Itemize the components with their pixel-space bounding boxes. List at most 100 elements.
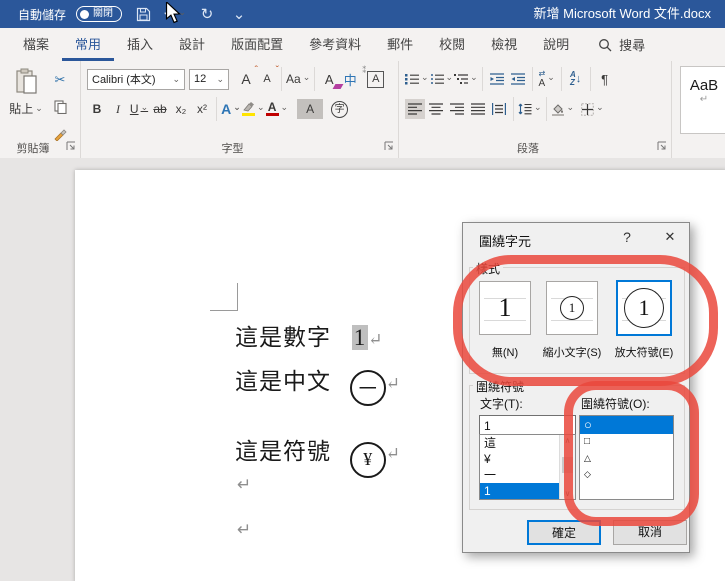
group-font: Calibri (本文) 12 A A Aa A 中 A B I U ab x₂… — [81, 61, 399, 158]
increase-indent-icon[interactable] — [508, 69, 528, 89]
tab-layout[interactable]: 版面配置 — [218, 28, 296, 61]
autosave-label: 自動儲存 — [18, 6, 66, 23]
tab-design[interactable]: 設計 — [166, 28, 218, 61]
clear-formatting-icon[interactable]: A — [319, 69, 339, 89]
text-listbox[interactable]: 這 ¥ 一 1 ∧ ∨ — [479, 434, 576, 500]
line-spacing-icon[interactable] — [518, 99, 542, 119]
character-border-icon[interactable]: A — [367, 71, 384, 88]
distribute-icon[interactable] — [489, 99, 509, 119]
character-shading-icon[interactable]: A — [297, 99, 323, 119]
doc-line-2[interactable]: 這是中文 一↵ — [235, 362, 401, 406]
font-dialog-launcher[interactable] — [384, 140, 394, 154]
tab-view[interactable]: 檢視 — [478, 28, 530, 61]
justify-icon[interactable] — [468, 99, 488, 119]
scrollbar-thumb[interactable] — [562, 457, 573, 473]
empty-paragraph-mark: ↵ — [237, 520, 251, 540]
style-option-shrink-text[interactable]: 1 — [546, 281, 598, 335]
shrink-font-icon[interactable]: A — [257, 69, 277, 89]
bullet-list-icon[interactable] — [405, 69, 429, 89]
tab-home[interactable]: 常用 — [62, 28, 114, 61]
clipboard-group-label: 剪貼簿 — [0, 140, 66, 156]
dialog-help-button[interactable]: ? — [615, 229, 639, 245]
align-left-icon[interactable] — [405, 99, 425, 119]
cut-icon[interactable]: ✂ — [50, 70, 70, 90]
align-right-icon[interactable] — [447, 99, 467, 119]
redo-icon[interactable]: ↻ — [196, 3, 218, 25]
font-name-combo[interactable]: Calibri (本文) — [87, 69, 185, 90]
font-size-combo[interactable]: 12 — [189, 69, 229, 90]
style-option-enlarge-symbol[interactable]: 1 — [616, 280, 672, 336]
margin-mark-horizontal — [210, 310, 238, 311]
highlight-color-icon[interactable] — [242, 99, 265, 119]
ok-button[interactable]: 確定 — [527, 520, 601, 545]
symbol-list-item-selected[interactable]: ○ — [580, 416, 673, 434]
tab-file[interactable]: 檔案 — [10, 28, 62, 61]
scroll-down-icon[interactable]: ∨ — [560, 489, 575, 498]
bold-icon[interactable]: B — [87, 99, 107, 119]
decrease-indent-icon[interactable] — [487, 69, 507, 89]
text-field-label: 文字(T): — [477, 395, 526, 412]
asian-layout-icon[interactable]: ⇄A — [537, 69, 557, 89]
tab-help[interactable]: 說明 — [530, 28, 582, 61]
mouse-cursor — [163, 2, 183, 24]
symbol-field-label: 圍繞符號(O): — [578, 395, 653, 412]
empty-paragraph-mark: ↵ — [237, 475, 251, 495]
symbol-list-item[interactable]: □ — [580, 434, 673, 450]
italic-icon[interactable]: I — [108, 99, 128, 119]
font-color-icon[interactable]: A — [266, 99, 289, 119]
phonetic-guide-icon[interactable]: 中 — [340, 69, 360, 89]
change-case-icon[interactable]: Aa — [286, 69, 310, 89]
style-option-none-label[interactable]: 無(N) — [470, 344, 540, 360]
underline-icon[interactable]: U — [129, 99, 149, 119]
style-option-enlarge-label[interactable]: 放大符號(E) — [609, 344, 679, 360]
grow-font-icon[interactable]: A — [236, 69, 256, 89]
style-preview-card[interactable]: AaB ↵ — [680, 66, 725, 134]
save-icon[interactable] — [132, 3, 154, 25]
tab-insert[interactable]: 插入 — [114, 28, 166, 61]
paragraph-group-label: 段落 — [399, 140, 657, 156]
text-input[interactable]: 1 — [479, 415, 576, 435]
cancel-button[interactable]: 取消 — [613, 520, 687, 545]
search-icon — [598, 38, 612, 52]
text-list-scrollbar[interactable]: ∧ ∨ — [559, 435, 575, 499]
multilevel-list-icon[interactable] — [454, 69, 478, 89]
symbol-list-item[interactable]: △ — [580, 450, 673, 466]
enclosed-character: ¥ — [350, 442, 386, 478]
scroll-up-icon[interactable]: ∧ — [560, 436, 575, 445]
text-effects-icon[interactable]: A — [221, 99, 241, 119]
subscript-icon[interactable]: x₂ — [171, 99, 191, 119]
search-button[interactable]: 搜尋 — [598, 28, 645, 61]
doc-line-1[interactable]: 這是數字 1↵ — [235, 318, 384, 352]
enclosure-section-label: 圍繞符號 — [473, 378, 527, 395]
style-preview-text: AaB — [681, 77, 725, 94]
shading-icon[interactable] — [551, 99, 575, 119]
qat-customize-icon[interactable]: ⌄ — [228, 3, 250, 25]
symbol-list-item[interactable]: ◇ — [580, 466, 673, 482]
doc-line-1-selected-char[interactable]: 1 — [352, 325, 369, 350]
symbol-listbox[interactable]: ○ □ △ ◇ — [579, 415, 674, 500]
clipboard-dialog-launcher[interactable] — [66, 140, 76, 154]
autosave-toggle[interactable]: 關閉 — [76, 6, 122, 22]
tab-mailings[interactable]: 郵件 — [374, 28, 426, 61]
superscript-icon[interactable]: x² — [192, 99, 212, 119]
borders-icon[interactable] — [581, 99, 604, 119]
dialog-close-button[interactable]: ✕ — [655, 225, 685, 249]
paragraph-dialog-launcher[interactable] — [657, 140, 667, 154]
show-marks-icon[interactable]: ¶ — [595, 69, 615, 89]
doc-line-3[interactable]: 這是符號 ¥↵ — [235, 432, 401, 478]
paragraph-mark: ↵ — [386, 444, 401, 463]
style-option-none[interactable]: 1 — [479, 281, 531, 335]
tab-review[interactable]: 校閱 — [426, 28, 478, 61]
floppy-icon — [136, 7, 151, 22]
copy-icon[interactable] — [50, 97, 70, 117]
enclosed-character: 一 — [350, 370, 386, 406]
doc-line-1-text: 這是數字 — [235, 325, 331, 350]
align-center-icon[interactable] — [426, 99, 446, 119]
sort-icon[interactable]: AZ ↓ — [566, 69, 586, 89]
enclose-characters-icon[interactable]: 字 — [331, 101, 348, 118]
numbered-list-icon[interactable] — [430, 69, 454, 89]
style-option-shrink-label[interactable]: 縮小文字(S) — [537, 344, 607, 360]
paste-button[interactable]: 貼上 — [7, 68, 45, 117]
tab-references[interactable]: 參考資料 — [296, 28, 374, 61]
strikethrough-icon[interactable]: ab — [150, 99, 170, 119]
